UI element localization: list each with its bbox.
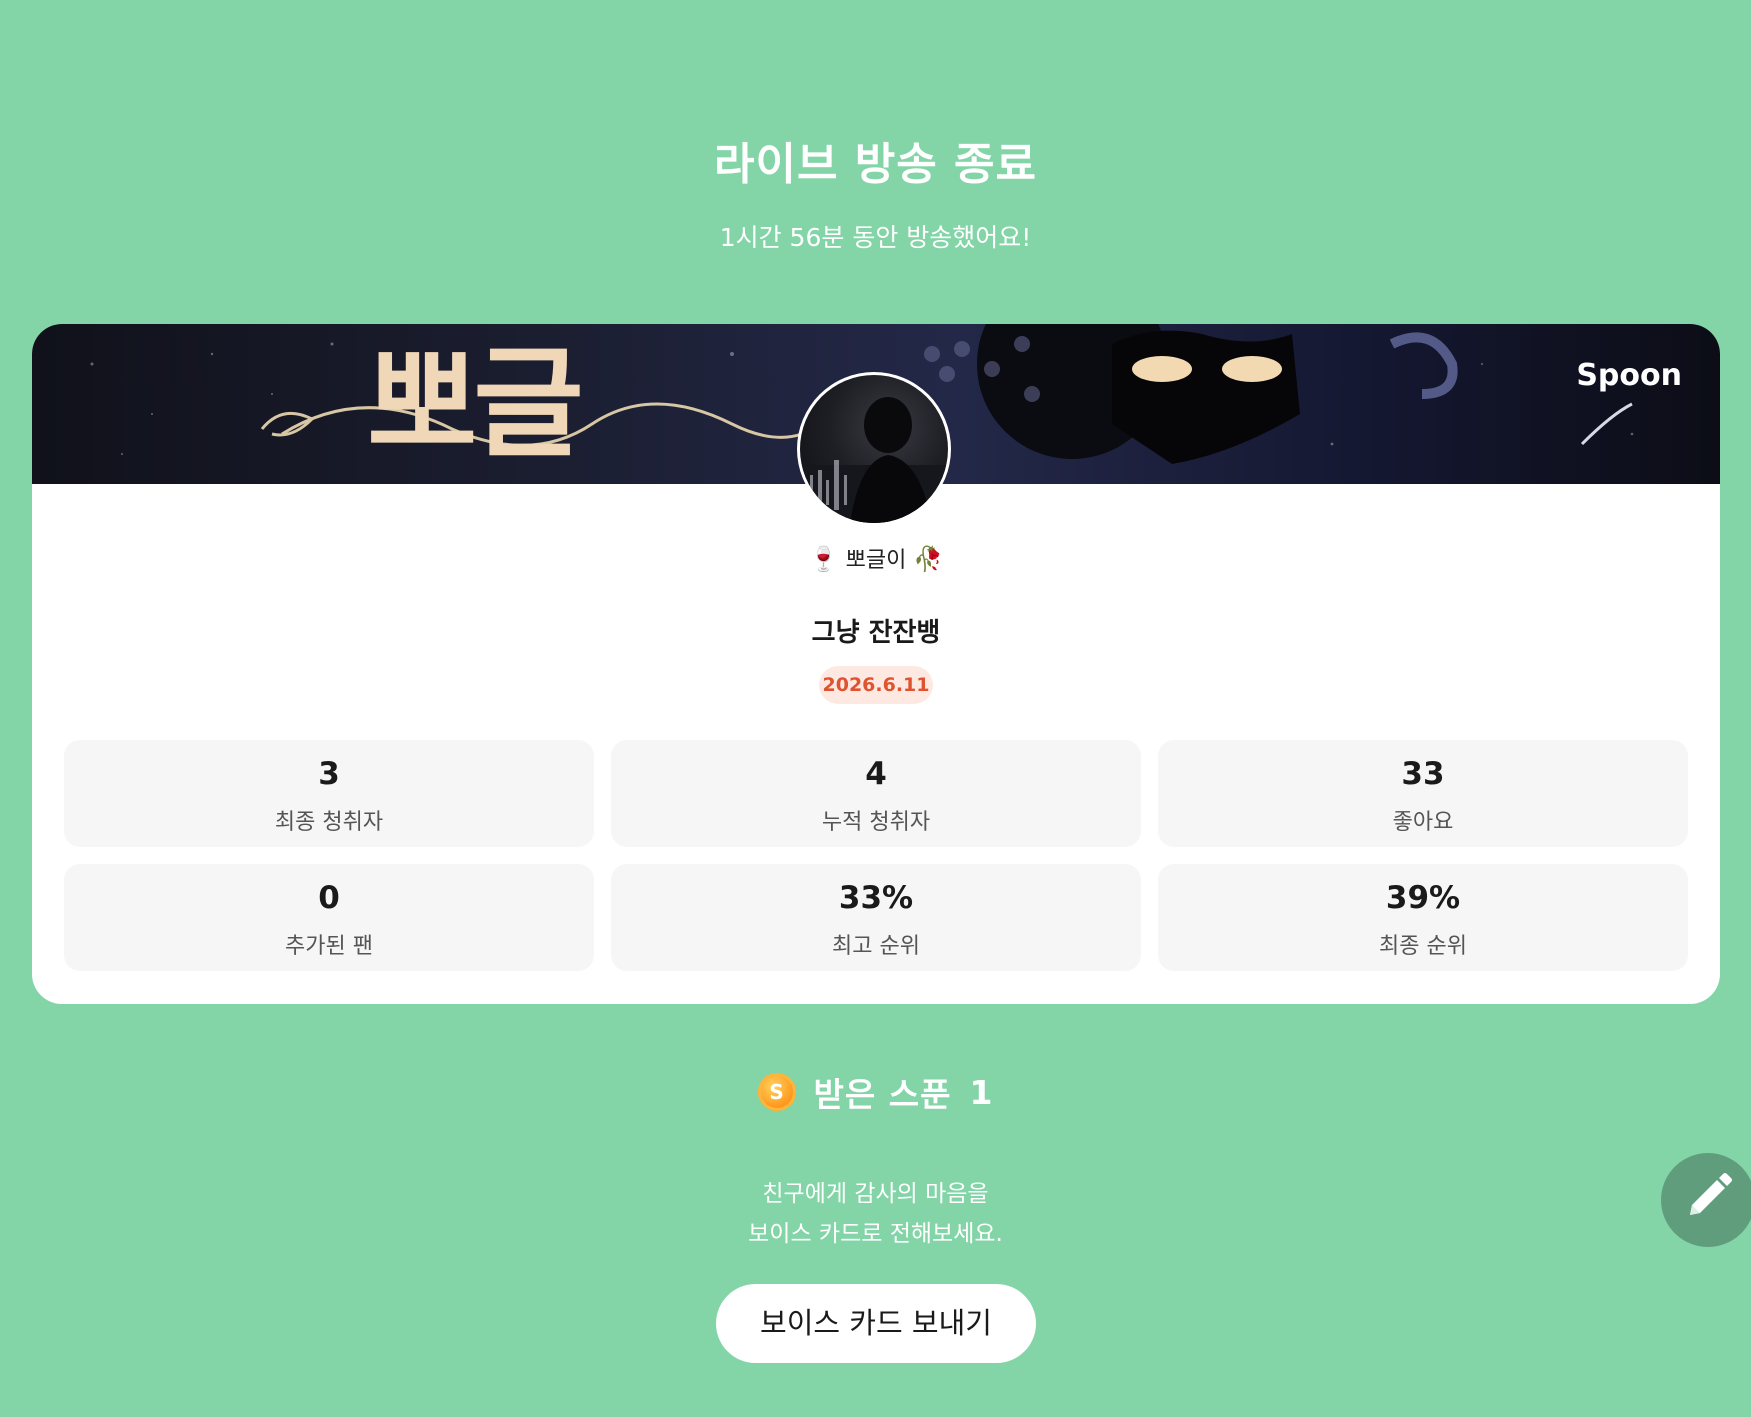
host-name[interactable]: 🍷 뽀글이 🥀	[32, 542, 1720, 574]
stat-value: 3	[318, 756, 340, 792]
received-spoons: S 받은 스푼 1	[0, 1072, 1751, 1114]
stat-new-fans: 0 추가된 팬	[64, 864, 594, 971]
spoon-brand-logo: Spoon	[1576, 358, 1682, 393]
received-spoons-count: 1	[969, 1072, 994, 1112]
stats-grid: 3 최종 청취자 4 누적 청취자 33 좋아요 0 추가된 팬 33% 최고 …	[64, 740, 1688, 971]
stat-highest-rank: 33% 최고 순위	[611, 864, 1141, 971]
received-spoons-label: 받은 스푼	[813, 1075, 952, 1114]
stat-value: 4	[865, 756, 887, 792]
stat-likes: 33 좋아요	[1158, 740, 1688, 847]
host-nickname: 뽀글이	[845, 548, 907, 573]
wine-emoji: 🍷	[808, 545, 839, 573]
avatar-image	[800, 375, 948, 523]
stat-label: 최고 순위	[832, 934, 920, 959]
spoon-coin-icon: S	[757, 1073, 796, 1111]
stat-total-listeners: 4 누적 청취자	[611, 740, 1141, 847]
avatar[interactable]	[797, 372, 951, 526]
stat-final-listeners: 3 최종 청취자	[64, 740, 594, 847]
stat-label: 최종 청취자	[274, 810, 384, 835]
room-title: 그냥 잔잔뱅	[811, 618, 941, 648]
thanks-message: 친구에게 감사의 마음을 보이스 카드로 전해보세요.	[0, 1174, 1751, 1254]
stat-value: 33%	[838, 880, 914, 916]
send-voice-card-button[interactable]: 보이스 카드 보내기	[716, 1284, 1036, 1363]
stat-label: 최종 순위	[1379, 934, 1467, 959]
banner-title-art: 뽀글	[367, 333, 584, 474]
stat-value: 33	[1401, 756, 1445, 792]
edit-fab-button[interactable]	[1661, 1153, 1751, 1247]
avatar-photo-art	[800, 397, 948, 523]
stat-label: 추가된 팬	[285, 934, 373, 959]
stat-value: 39%	[1385, 880, 1461, 916]
stat-label: 좋아요	[1392, 810, 1454, 835]
thanks-line-1: 친구에게 감사의 마음을	[762, 1181, 989, 1207]
stat-value: 0	[318, 880, 340, 916]
date-badge: 2026.6.11	[819, 666, 933, 704]
broadcast-summary-card: 뽀글 Spoon 🍷 뽀글이 🥀 그냥 잔잔뱅 2026.6.11 3 최종 청…	[32, 324, 1720, 1004]
page-title: 라이브 방송 종료	[714, 139, 1037, 190]
stat-label: 누적 청취자	[821, 810, 931, 835]
rose-emoji: 🥀	[913, 545, 944, 573]
broadcast-duration: 1시간 56분 동안 방송했어요!	[719, 223, 1032, 252]
stat-final-rank: 39% 최종 순위	[1158, 864, 1688, 971]
pencil-icon	[1690, 1173, 1732, 1215]
thanks-line-2: 보이스 카드로 전해보세요.	[748, 1221, 1003, 1247]
